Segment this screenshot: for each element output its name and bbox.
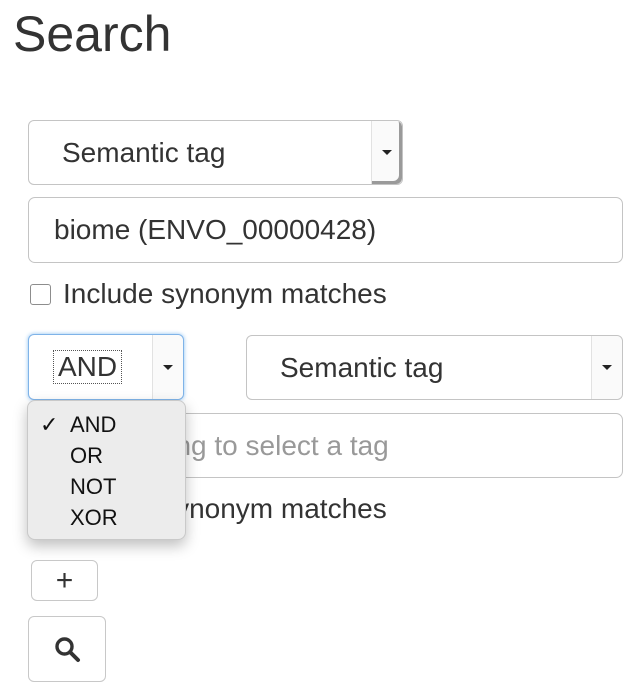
operator-select[interactable]: AND <box>28 334 184 400</box>
chevron-down-icon <box>602 365 612 370</box>
page-title: Search <box>13 6 172 62</box>
chevron-down-icon <box>382 150 392 155</box>
synonym-label: Include synonym matches <box>63 278 387 309</box>
operator-option-xor[interactable]: XOR <box>28 502 185 533</box>
filter-type-value-2: Semantic tag <box>280 351 444 383</box>
search-button[interactable] <box>28 616 106 682</box>
operator-dropdown-menu: ✓ AND OR NOT XOR <box>27 400 186 540</box>
operator-option-label: NOT <box>70 474 117 499</box>
synonym-checkbox[interactable] <box>30 283 51 305</box>
operator-option-label: XOR <box>70 505 118 530</box>
filter-type-value: Semantic tag <box>62 136 226 168</box>
operator-option-label: AND <box>70 412 117 437</box>
synonym-option[interactable]: Include synonym matches <box>30 278 387 310</box>
add-filter-button[interactable]: + <box>31 560 98 601</box>
chevron-down-icon <box>163 364 173 370</box>
filter-type-select-2[interactable]: Semantic tag <box>246 335 623 400</box>
operator-option-and[interactable]: ✓ AND <box>28 409 185 440</box>
operator-option-label: OR <box>70 443 103 468</box>
tag-input-value: biome (ENVO_00000428) <box>54 214 377 245</box>
operator-option-not[interactable]: NOT <box>28 471 185 502</box>
plus-icon: + <box>55 563 74 597</box>
operator-select-arrow[interactable] <box>152 335 183 399</box>
filter-type-select[interactable]: Semantic tag <box>28 120 403 185</box>
select-arrow-2[interactable] <box>591 336 622 399</box>
search-icon <box>55 637 80 662</box>
operator-option-or[interactable]: OR <box>28 440 185 471</box>
checkmark-icon: ✓ <box>40 412 59 437</box>
select-arrow[interactable] <box>371 121 402 184</box>
tag-input[interactable]: biome (ENVO_00000428) <box>28 197 623 263</box>
operator-value: AND <box>52 350 123 384</box>
